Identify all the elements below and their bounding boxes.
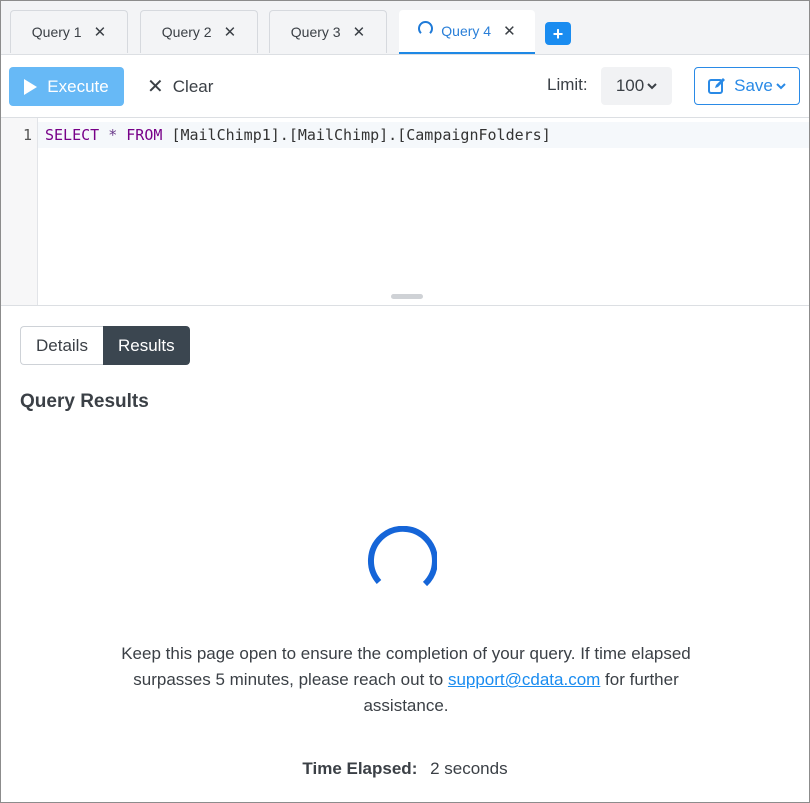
line-number: 1 xyxy=(22,126,32,144)
close-icon: ✕ xyxy=(147,76,164,98)
tab-details[interactable]: Details xyxy=(20,326,103,365)
play-icon xyxy=(24,78,38,95)
tab-query-2[interactable]: Query 2 ✕ xyxy=(140,10,258,53)
clear-button[interactable]: ✕ Clear xyxy=(147,67,213,106)
loading-spinner-icon xyxy=(367,526,437,587)
close-icon[interactable]: ✕ xyxy=(224,25,237,40)
tab-label: Query 1 xyxy=(31,24,82,40)
line-gutter: 1 xyxy=(1,118,38,305)
results-toggle: Details Results xyxy=(20,326,190,365)
sql-star: * xyxy=(108,126,118,144)
limit-label: Limit: xyxy=(547,75,588,94)
limit-select[interactable]: 100 xyxy=(601,67,672,105)
results-title: Query Results xyxy=(20,391,149,412)
clear-label: Clear xyxy=(172,76,214,96)
add-tab-button[interactable]: + xyxy=(545,22,571,45)
loading-icon xyxy=(418,20,434,36)
support-email-link[interactable]: support@cdata.com xyxy=(448,670,600,689)
tab-query-4[interactable]: Query 4 ✕ xyxy=(399,10,535,54)
close-icon[interactable]: ✕ xyxy=(94,25,107,40)
sql-keyword: SELECT xyxy=(45,126,100,144)
resize-handle[interactable] xyxy=(391,294,423,299)
save-label: Save xyxy=(734,76,773,95)
time-elapsed: Time Elapsed: 2 seconds xyxy=(1,759,809,779)
execute-button[interactable]: Execute xyxy=(9,67,124,106)
close-icon[interactable]: ✕ xyxy=(503,24,516,39)
elapsed-label: Time Elapsed: xyxy=(302,759,418,778)
sql-editor[interactable]: 1 SELECT * FROM [MailChimp1].[MailChimp]… xyxy=(1,118,809,306)
status-message: Keep this page open to ensure the comple… xyxy=(91,641,721,719)
chevron-down-icon xyxy=(776,82,786,89)
tab-label: Query 4 xyxy=(441,23,492,39)
elapsed-value: 2 seconds xyxy=(430,759,508,778)
sql-table: [MailChimp1].[MailChimp].[CampaignFolder… xyxy=(171,126,551,144)
tab-query-1[interactable]: Query 1 ✕ xyxy=(10,10,128,53)
query-window: Query 1 ✕ Query 2 ✕ Query 3 ✕ Query 4 ✕ … xyxy=(0,0,810,803)
query-toolbar: Execute ✕ Clear Limit: 100 Save xyxy=(1,55,809,118)
edit-icon xyxy=(708,77,726,95)
code-line[interactable]: SELECT * FROM [MailChimp1].[MailChimp].[… xyxy=(38,122,809,148)
limit-value: 100 xyxy=(615,76,645,95)
execute-label: Execute xyxy=(47,76,109,96)
tab-query-3[interactable]: Query 3 ✕ xyxy=(269,10,387,53)
query-tab-bar: Query 1 ✕ Query 2 ✕ Query 3 ✕ Query 4 ✕ … xyxy=(1,1,809,55)
tab-label: Query 2 xyxy=(161,24,212,40)
tab-label: Query 3 xyxy=(290,24,341,40)
close-icon[interactable]: ✕ xyxy=(353,25,366,40)
tab-results[interactable]: Results xyxy=(102,326,190,365)
sql-keyword: FROM xyxy=(126,126,163,144)
chevron-down-icon xyxy=(647,82,657,89)
save-button[interactable]: Save xyxy=(694,67,800,105)
